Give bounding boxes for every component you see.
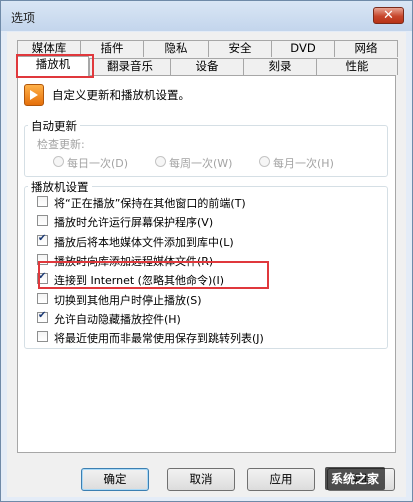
setting-checkbox-7[interactable] [37, 310, 48, 323]
title-bar[interactable]: 选项 ✕ [1, 1, 412, 31]
player-tab-highlight [16, 54, 94, 78]
media-player-icon [24, 84, 44, 106]
setting-checkbox-3[interactable] [37, 233, 48, 246]
tab-security[interactable]: 安全 [208, 40, 272, 57]
internet-option-highlight [38, 261, 269, 289]
radio-daily-dot[interactable] [53, 156, 64, 167]
tab-dvd[interactable]: DVD [271, 40, 335, 57]
setting-checkbox-8[interactable] [37, 331, 48, 342]
setting-checkbox-6[interactable] [37, 293, 48, 304]
cancel-button[interactable]: 取消 [167, 468, 235, 491]
radio-daily-label: 每日一次(D) [67, 157, 129, 170]
radio-weekly-label: 每周一次(W) [169, 157, 233, 170]
setting-checkbox-2[interactable] [37, 215, 48, 226]
panel-description: 自定义更新和播放机设置。 [52, 88, 190, 102]
tab-network[interactable]: 网络 [334, 40, 398, 57]
window-title: 选项 [11, 11, 36, 25]
radio-monthly-label: 每月一次(H) [273, 157, 334, 170]
radio-monthly-dot[interactable] [259, 156, 270, 167]
check-updates-label: 检查更新: [37, 138, 85, 151]
setting-checkbox-1[interactable] [37, 196, 48, 207]
setting-label-7: 允许自动隐藏播放控件(H) [54, 313, 181, 326]
apply-button[interactable]: 应用 [247, 468, 315, 491]
dialog-client: 媒体库 插件 隐私 安全 DVD 网络 播放机 翻录音乐 设备 刻录 性能 自定… [7, 32, 406, 497]
setting-label-2: 播放时允许运行屏幕保护程序(V) [54, 216, 214, 229]
auto-update-title: 自动更新 [28, 118, 80, 134]
tab-privacy[interactable]: 隐私 [143, 40, 209, 57]
tab-performance[interactable]: 性能 [316, 58, 398, 75]
ok-button[interactable]: 确定 [81, 468, 149, 491]
setting-label-1: 将“正在播放”保持在其他窗口的前端(T) [54, 197, 246, 210]
setting-label-3: 播放后将本地媒体文件添加到库中(L) [54, 236, 234, 249]
close-button[interactable]: ✕ [373, 7, 404, 24]
tab-burn[interactable]: 刻录 [243, 58, 317, 75]
radio-weekly-dot[interactable] [155, 156, 166, 167]
auto-update-group: 自动更新 检查更新: 每日一次(D) 每周一次(W) 每月一次(H) [24, 118, 388, 177]
setting-label-8: 将最近使用而非最常使用保存到跳转列表(J) [54, 332, 264, 345]
setting-label-6: 切换到其他用户时停止播放(S) [54, 294, 202, 307]
options-dialog: 选项 ✕ 媒体库 插件 隐私 安全 DVD 网络 播放机 翻录音乐 设备 刻录 … [0, 0, 413, 502]
player-settings-title: 播放机设置 [28, 179, 92, 195]
tab-devices[interactable]: 设备 [170, 58, 244, 75]
tab-rip-music[interactable]: 翻录音乐 [89, 58, 171, 75]
watermark-logo: 系统之家 [325, 467, 386, 490]
